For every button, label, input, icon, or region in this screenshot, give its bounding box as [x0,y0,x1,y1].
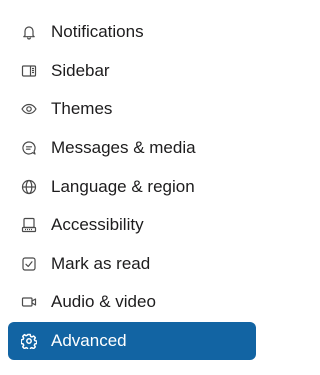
menu-item-label: Accessibility [51,215,144,235]
menu-item-label: Audio & video [51,292,156,312]
menu-item-label: Sidebar [51,60,110,80]
menu-item-label: Notifications [51,22,144,42]
menu-item-label: Language & region [51,176,195,196]
menu-item-themes[interactable]: Themes [8,90,256,129]
menu-item-sidebar[interactable]: Sidebar [8,52,256,91]
menu-item-label: Mark as read [51,253,151,273]
sidebar-icon [20,62,38,80]
globe-icon [20,178,38,196]
menu-item-accessibility[interactable]: Accessibility [8,206,256,245]
menu-item-audio-video[interactable]: Audio & video [8,283,256,322]
menu-item-label: Themes [51,99,113,119]
menu-item-label: Messages & media [51,138,196,158]
menu-item-mark-as-read[interactable]: Mark as read [8,245,256,284]
checkbox-check-icon [20,255,38,273]
menu-item-label: Advanced [51,331,127,351]
gear-icon [20,332,38,350]
menu-item-advanced[interactable]: Advanced [8,321,256,361]
eye-icon [20,100,38,118]
video-icon [20,293,38,311]
keyboard-icon [20,216,38,234]
menu-item-language-region[interactable]: Language & region [8,167,256,206]
bell-icon [20,23,38,41]
menu-item-messages-media[interactable]: Messages & media [8,129,256,168]
menu-item-notifications[interactable]: Notifications [8,13,256,52]
preferences-menu: Notifications Sidebar Themes Messages & … [8,13,256,361]
message-icon [20,139,38,157]
